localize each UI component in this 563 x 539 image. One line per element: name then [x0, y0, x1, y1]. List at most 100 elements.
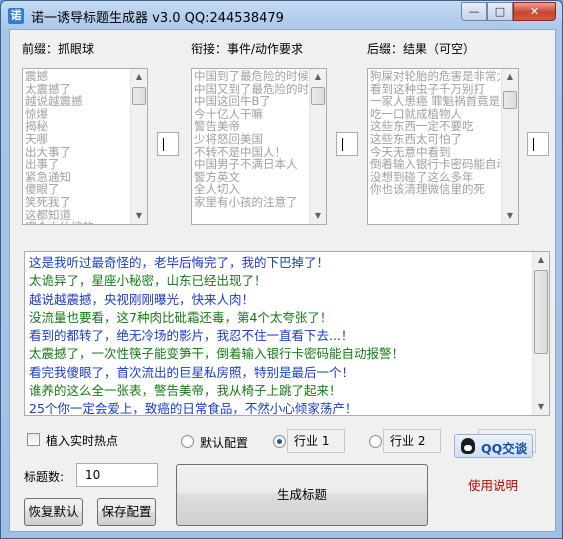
prefix-list[interactable]: 震撼太震撼了越说越震撼惊爆揭秘天哪出大事了出事了紧急通知傻眼了笑死我了这都知道哪… [22, 68, 148, 225]
output-scrollbar[interactable]: ▲ ▼ [532, 252, 549, 415]
window-title: 诺一诱导标题生成器 v3.0 QQ:244538479 [31, 11, 284, 26]
realtime-hotspot-label: 植入实时热点 [46, 434, 119, 448]
app-window: 诺 诺一诱导标题生成器 v3.0 QQ:244538479 — □ ✕ 前缀：抓… [0, 0, 563, 539]
suffix-list-item[interactable]: 这些东西一定不要吃 [370, 120, 500, 133]
scroll-up-icon[interactable]: ▲ [533, 252, 549, 268]
text-caret [533, 138, 534, 151]
scroll-down-icon[interactable]: ▼ [131, 208, 147, 224]
suffix-label: 后缀：结果（可空） [367, 42, 476, 56]
suffix-count-field[interactable] [527, 132, 549, 156]
qq-chat-button[interactable]: QQ交谈 [454, 434, 533, 458]
output-line: 谁养的这么全一张表，警告美帝，我从椅子上跳了起来！ [29, 383, 342, 399]
scroll-thumb[interactable] [311, 87, 325, 105]
title-count-label: 标题数: [24, 470, 65, 484]
output-line: 这是我听过最奇怪的，老毕后悔完了，我的下巴掉了！ [29, 255, 330, 270]
prefix-items: 震撼太震撼了越说越震撼惊爆揭秘天哪出大事了出事了紧急通知傻眼了笑死我了这都知道哪… [25, 70, 129, 224]
output-line: 太震撼了，一次性筷子能变笋干，倒着输入银行卡密码能自动报警！ [29, 346, 405, 362]
prefix-list-item[interactable]: 揭秘 [25, 120, 129, 133]
output-lines: 这是我听过最奇怪的，老毕后悔完了，我的下巴掉了！ 太诡异了，星座小秘密，山东已经出… [29, 254, 529, 415]
middle-list-item[interactable]: 今十亿人干嘛 [194, 108, 308, 121]
scroll-up-icon[interactable]: ▲ [310, 69, 326, 85]
suffix-list-item[interactable]: 没想到碰了这么多年 [370, 171, 500, 184]
suffix-list[interactable]: 狗屎对轮胎的危害是非常大的看到这种虫子千万别打一家人患癌 罪魁祸首竟是吃一口就成… [367, 68, 519, 225]
restore-defaults-button[interactable]: 恢复默认 [24, 498, 83, 526]
text-caret [163, 138, 164, 151]
middle-list-item[interactable]: 全人切入 [194, 183, 308, 196]
suffix-list-item[interactable]: 倒着输入银行卡密码能自动报警 [370, 158, 500, 171]
generate-titles-button[interactable]: 生成标题 [176, 464, 428, 526]
title-count-input[interactable]: 10 [76, 463, 158, 487]
middle-list-item[interactable]: 中国又到了最危险的时 [194, 83, 308, 96]
middle-label: 衔接：事件/动作要求 [191, 42, 304, 56]
output-line: 看到的都转了，绝无冷场的影片，我忍不住一直看下去...！ [29, 328, 354, 344]
scroll-down-icon[interactable]: ▼ [310, 208, 326, 224]
scroll-thumb[interactable] [503, 91, 517, 109]
industry1-radio[interactable] [273, 435, 286, 448]
client-area: 前缀：抓眼球 震撼 太震撼了 越说越震撼 惊爆 揭秘 天哪 出大事了 出事了 紧急通知 傻眼了 笑死… [9, 29, 556, 532]
prefix-list-item[interactable]: 笑死我了 [25, 196, 129, 209]
middle-list-item[interactable]: 中国这回牛B了 [194, 95, 308, 108]
close-button[interactable]: ✕ [513, 2, 556, 21]
industry1-field[interactable]: 行业 1 [287, 429, 345, 453]
prefix-list-item[interactable]: 哪个大仙编的 [25, 221, 129, 224]
scroll-down-icon[interactable]: ▼ [533, 399, 549, 415]
middle-list-item[interactable]: 中国男子不满日本人 [194, 158, 308, 171]
default-config-label: 默认配置 [200, 436, 249, 450]
qq-penguin-icon [461, 438, 475, 454]
middle-list-item[interactable]: 中国到了最危险的时候 [194, 70, 308, 83]
prefix-list-item[interactable]: 惊爆 [25, 108, 129, 121]
middle-count-field[interactable] [336, 132, 358, 156]
suffix-list-item[interactable]: 一家人患癌 罪魁祸首竟是 [370, 95, 500, 108]
suffix-list-item[interactable]: 今天无意中看到 [370, 146, 500, 159]
prefix-list-item[interactable]: 天哪 [25, 133, 129, 146]
scroll-down-icon[interactable]: ▼ [502, 208, 518, 224]
output-line: 没流量也要看，这7种肉比砒霜还毒，第4个太夸张了！ [29, 309, 333, 325]
middle-list-item[interactable]: 不转不是中国人！ [194, 146, 308, 159]
middle-scrollbar[interactable]: ▲ ▼ [309, 69, 326, 224]
suffix-list-item[interactable]: 你也该清理微信里的死 [370, 183, 500, 196]
suffix-list-item[interactable]: 狗屎对轮胎的危害是非常大的 [370, 70, 500, 83]
prefix-list-item[interactable]: 这都知道 [25, 209, 129, 222]
output-line: 看完我傻眼了，首次流出的巨星私房照，特别是最后一个！ [29, 364, 355, 380]
suffix-list-item[interactable]: 看到这种虫子千万别打 [370, 83, 500, 96]
qq-chat-label: QQ交谈 [481, 441, 528, 456]
industry2-field[interactable]: 行业 2 [383, 429, 441, 453]
prefix-label: 前缀：抓眼球 [22, 42, 95, 56]
suffix-scrollbar[interactable]: ▲ ▼ [501, 69, 518, 224]
suffix-list-item[interactable]: 这些东西太可怕了 [370, 133, 500, 146]
output-textarea[interactable]: 这是我听过最奇怪的，老毕后悔完了，我的下巴掉了！ 太诡异了，星座小秘密，山东已经出… [24, 251, 550, 416]
prefix-list-item[interactable]: 震撼 [25, 70, 129, 83]
middle-list-item[interactable]: 警告美帝 [194, 120, 308, 133]
prefix-list-item[interactable]: 出事了 [25, 158, 129, 171]
text-caret [342, 138, 343, 151]
middle-items: 中国到了最危险的时候 中国又到了最危险的时 中国这回牛B了 今十亿人干嘛 警告美帝 少将怒… [194, 70, 308, 209]
help-link[interactable]: 使用说明 [468, 475, 518, 494]
title-bar[interactable]: 诺 诺一诱导标题生成器 v3.0 QQ:244538479 — □ ✕ [1, 1, 562, 29]
app-icon: 诺 [8, 8, 24, 24]
middle-list-item[interactable]: 少将怒回美国 [194, 133, 308, 146]
default-config-radio[interactable] [181, 435, 194, 448]
scroll-up-icon[interactable]: ▲ [502, 69, 518, 85]
minimize-button[interactable]: — [461, 2, 487, 21]
output-line: 越说越震撼，央视刚刚曝光，快来人肉！ [29, 291, 255, 307]
prefix-list-item[interactable]: 出大事了 [25, 146, 129, 159]
scroll-thumb[interactable] [534, 270, 548, 354]
prefix-list-item[interactable]: 越说越震撼 [25, 95, 129, 108]
maximize-button[interactable]: □ [487, 2, 513, 21]
prefix-scrollbar[interactable]: ▲ ▼ [130, 69, 147, 224]
prefix-list-item[interactable]: 傻眼了 [25, 183, 129, 196]
middle-list-item[interactable]: 家里有小孩的注意了 [194, 196, 308, 209]
middle-list[interactable]: 中国到了最危险的时候 中国又到了最危险的时 中国这回牛B了 今十亿人干嘛 警告美帝 少将怒… [191, 68, 327, 225]
save-config-button[interactable]: 保存配置 [97, 498, 156, 526]
suffix-items: 狗屎对轮胎的危害是非常大的看到这种虫子千万别打一家人患癌 罪魁祸首竟是吃一口就成… [370, 70, 500, 196]
suffix-list-item[interactable]: 吃一口就成植物人 [370, 108, 500, 121]
output-line: 太诡异了，星座小秘密，山东已经出现了！ [29, 273, 267, 289]
prefix-count-field[interactable] [157, 132, 179, 156]
scroll-thumb[interactable] [132, 87, 146, 105]
scroll-up-icon[interactable]: ▲ [131, 69, 147, 85]
realtime-hotspot-checkbox[interactable] [27, 433, 40, 446]
industry2-radio[interactable] [369, 435, 382, 448]
prefix-list-item[interactable]: 太震撼了 [25, 83, 129, 96]
middle-list-item[interactable]: 警方英文 [194, 171, 308, 184]
prefix-list-item[interactable]: 紧急通知 [25, 171, 129, 184]
